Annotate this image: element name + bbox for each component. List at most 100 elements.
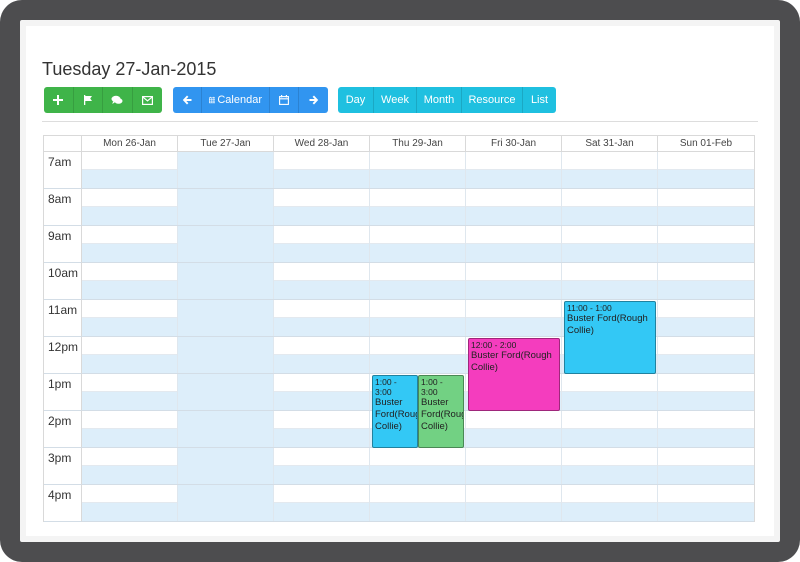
- time-slot[interactable]: [562, 226, 658, 244]
- time-slot[interactable]: [178, 374, 274, 392]
- time-slot[interactable]: [370, 466, 466, 484]
- time-slot[interactable]: [466, 263, 562, 281]
- time-slot[interactable]: [562, 503, 658, 521]
- time-slot[interactable]: [82, 318, 178, 336]
- time-slot[interactable]: [82, 244, 178, 262]
- time-slot[interactable]: [370, 503, 466, 521]
- time-slot[interactable]: [178, 300, 274, 318]
- time-slot[interactable]: [562, 263, 658, 281]
- time-slot[interactable]: [274, 152, 370, 170]
- time-slot[interactable]: [274, 189, 370, 207]
- time-slot[interactable]: [178, 281, 274, 299]
- time-slot[interactable]: [274, 226, 370, 244]
- time-slot[interactable]: [178, 152, 274, 170]
- time-slot[interactable]: [658, 355, 754, 373]
- time-slot[interactable]: [562, 392, 658, 410]
- time-slot[interactable]: [658, 318, 754, 336]
- time-slot[interactable]: [274, 466, 370, 484]
- time-slot[interactable]: [274, 300, 370, 318]
- time-slot[interactable]: [178, 429, 274, 447]
- view-list-button[interactable]: List: [523, 87, 556, 113]
- time-slot[interactable]: [466, 281, 562, 299]
- time-slot[interactable]: [370, 355, 466, 373]
- time-slot[interactable]: [466, 318, 562, 336]
- time-slot[interactable]: [562, 485, 658, 503]
- view-month-button[interactable]: Month: [417, 87, 462, 113]
- time-slot[interactable]: [466, 244, 562, 262]
- time-slot[interactable]: [466, 429, 562, 447]
- time-slot[interactable]: [370, 448, 466, 466]
- view-week-button[interactable]: Week: [374, 87, 417, 113]
- time-slot[interactable]: [274, 244, 370, 262]
- time-slot[interactable]: [658, 281, 754, 299]
- flag-button[interactable]: [73, 87, 103, 113]
- time-slot[interactable]: [658, 244, 754, 262]
- time-slot[interactable]: [370, 281, 466, 299]
- time-slot[interactable]: [178, 318, 274, 336]
- time-slot[interactable]: [658, 466, 754, 484]
- time-slot[interactable]: [466, 485, 562, 503]
- time-slot[interactable]: [562, 152, 658, 170]
- time-slot[interactable]: [466, 170, 562, 188]
- time-slot[interactable]: [82, 374, 178, 392]
- time-slot[interactable]: [82, 337, 178, 355]
- time-slot[interactable]: [178, 189, 274, 207]
- time-slot[interactable]: [82, 429, 178, 447]
- time-slot[interactable]: [178, 170, 274, 188]
- time-slot[interactable]: [82, 448, 178, 466]
- time-slot[interactable]: [274, 448, 370, 466]
- time-slot[interactable]: [658, 170, 754, 188]
- time-slot[interactable]: [370, 318, 466, 336]
- time-slot[interactable]: [82, 152, 178, 170]
- time-slot[interactable]: [658, 411, 754, 429]
- time-slot[interactable]: [274, 281, 370, 299]
- time-slot[interactable]: [274, 207, 370, 225]
- calendar-button[interactable]: Calendar: [202, 87, 270, 113]
- time-slot[interactable]: [82, 466, 178, 484]
- add-button[interactable]: [44, 87, 74, 113]
- time-slot[interactable]: [82, 300, 178, 318]
- time-slot[interactable]: [370, 152, 466, 170]
- time-slot[interactable]: [562, 411, 658, 429]
- time-slot[interactable]: [658, 300, 754, 318]
- appointment-event[interactable]: 1:00 - 3:00Buster Ford(Rough Collie): [418, 375, 464, 448]
- time-slot[interactable]: [178, 485, 274, 503]
- time-slot[interactable]: [466, 466, 562, 484]
- time-slot[interactable]: [178, 503, 274, 521]
- time-slot[interactable]: [274, 337, 370, 355]
- time-slot[interactable]: [370, 226, 466, 244]
- time-slot[interactable]: [178, 226, 274, 244]
- time-slot[interactable]: [370, 263, 466, 281]
- time-slot[interactable]: [370, 485, 466, 503]
- time-slot[interactable]: [82, 189, 178, 207]
- time-slot[interactable]: [274, 411, 370, 429]
- comments-button[interactable]: [103, 87, 133, 113]
- time-slot[interactable]: [658, 226, 754, 244]
- time-slot[interactable]: [82, 485, 178, 503]
- time-slot[interactable]: [658, 207, 754, 225]
- time-slot[interactable]: [178, 207, 274, 225]
- time-slot[interactable]: [274, 263, 370, 281]
- time-slot[interactable]: [658, 485, 754, 503]
- time-slot[interactable]: [178, 263, 274, 281]
- time-slot[interactable]: [274, 429, 370, 447]
- time-slot[interactable]: [82, 281, 178, 299]
- time-slot[interactable]: [274, 170, 370, 188]
- appointment-event[interactable]: 11:00 - 1:00 Buster Ford(Rough Collie): [564, 301, 656, 374]
- time-slot[interactable]: [466, 207, 562, 225]
- time-slot[interactable]: [178, 466, 274, 484]
- next-button[interactable]: [299, 87, 328, 113]
- time-slot[interactable]: [178, 355, 274, 373]
- time-slot[interactable]: [82, 411, 178, 429]
- time-slot[interactable]: [274, 503, 370, 521]
- email-button[interactable]: [132, 87, 162, 113]
- time-slot[interactable]: [466, 152, 562, 170]
- time-slot[interactable]: [178, 244, 274, 262]
- time-slot[interactable]: [370, 244, 466, 262]
- appointment-event[interactable]: 1:00 - 3:00Buster Ford(Rough Collie): [372, 375, 418, 448]
- time-slot[interactable]: [562, 374, 658, 392]
- time-slot[interactable]: [274, 485, 370, 503]
- time-slot[interactable]: [370, 189, 466, 207]
- time-slot[interactable]: [466, 300, 562, 318]
- time-slot[interactable]: [658, 189, 754, 207]
